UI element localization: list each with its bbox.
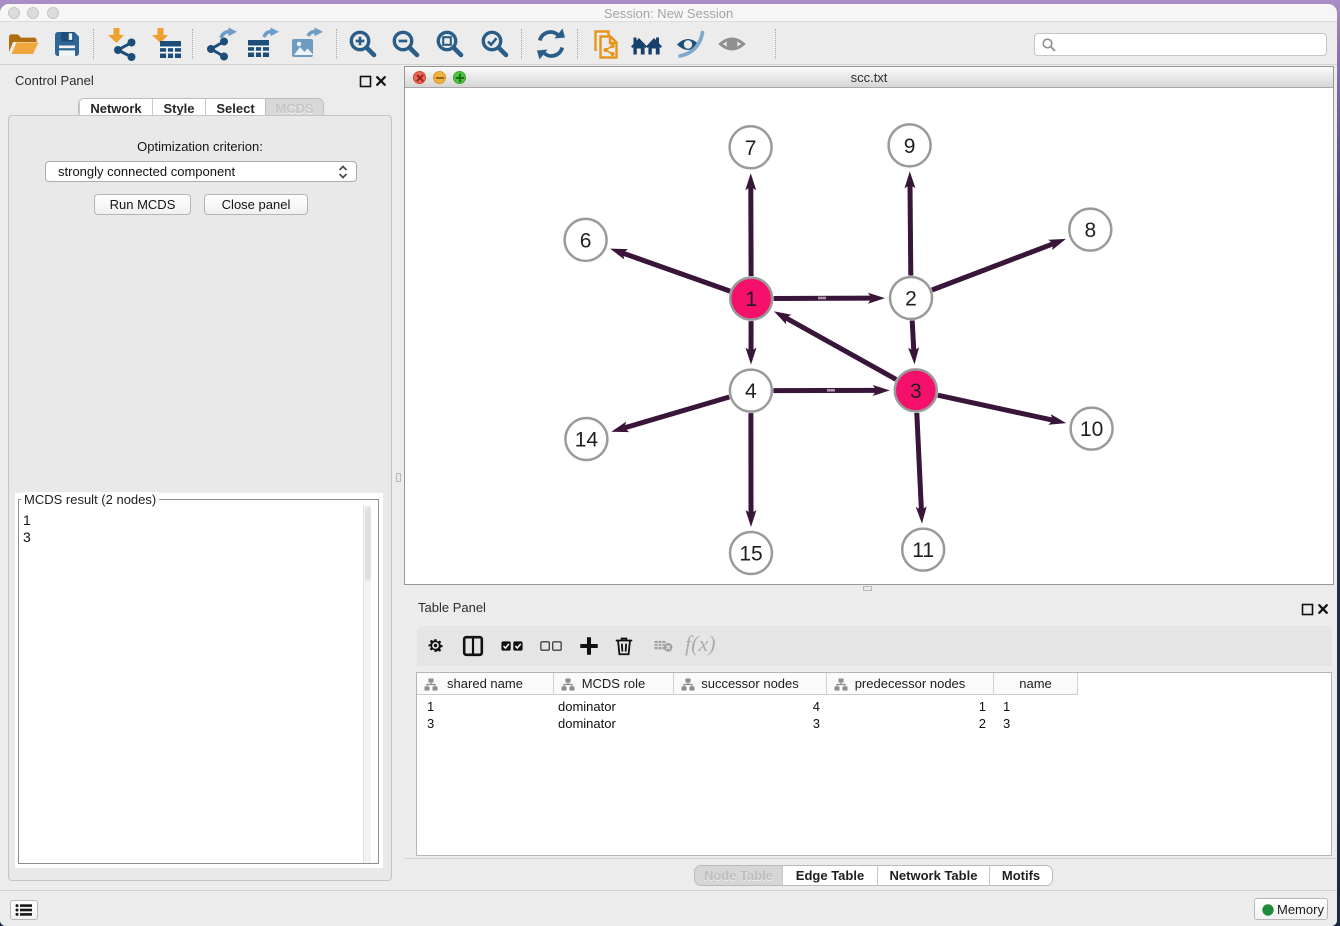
svg-text:7: 7: [745, 137, 757, 160]
svg-text:9: 9: [904, 135, 916, 158]
svg-text:3: 3: [910, 380, 922, 403]
svg-text:14: 14: [575, 429, 599, 452]
svg-text:2: 2: [905, 288, 917, 311]
svg-text:6: 6: [580, 229, 592, 252]
svg-text:10: 10: [1080, 418, 1103, 441]
svg-text:8: 8: [1084, 219, 1096, 242]
svg-text:15: 15: [739, 543, 762, 566]
svg-text:1: 1: [745, 288, 757, 311]
svg-text:11: 11: [912, 539, 934, 562]
svg-text:4: 4: [745, 380, 757, 403]
